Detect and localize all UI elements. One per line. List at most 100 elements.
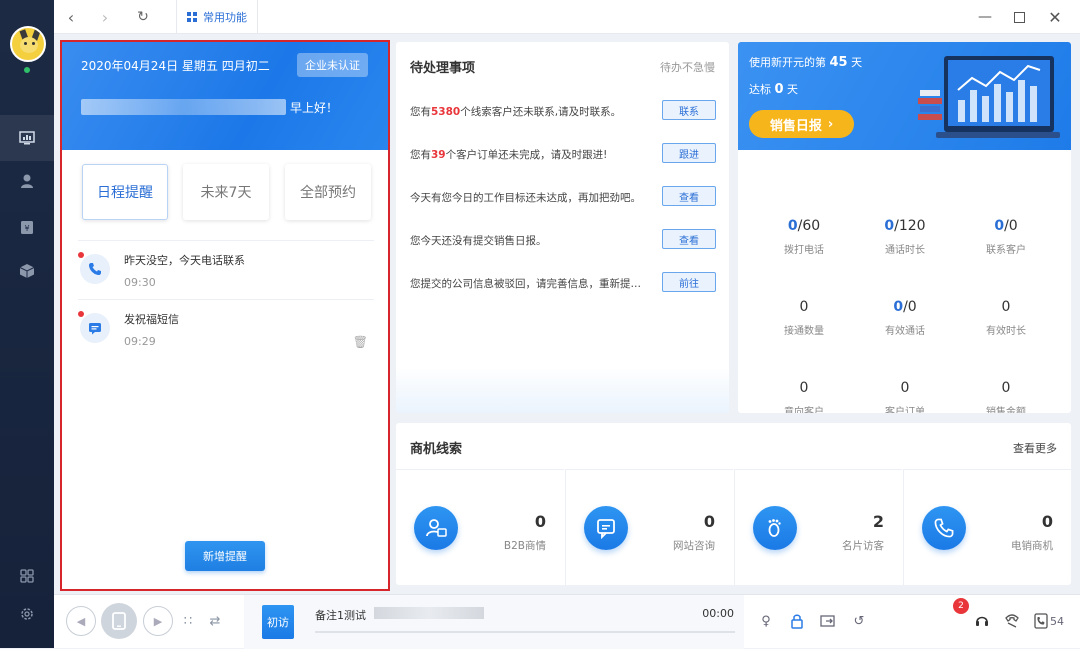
phone-box-icon <box>1034 613 1048 629</box>
prev-icon: ◀ <box>76 614 86 628</box>
pending-link[interactable]: 待办不急慢 <box>660 59 715 75</box>
unread-dot <box>78 311 84 317</box>
lock-button[interactable] <box>787 611 807 631</box>
lead-card-card-visitors[interactable]: 2 名片访客 <box>734 469 902 585</box>
today-date: 2020年04月24日 星期五 四月初二 <box>81 59 270 73</box>
phone-hangup-icon <box>1005 614 1019 628</box>
view-more-link[interactable]: 查看更多 <box>1013 440 1057 456</box>
line-number: 54 <box>1050 614 1064 628</box>
back-button[interactable]: ‹ <box>60 6 82 28</box>
days-reached-text: 达标 0 天 <box>749 82 799 97</box>
forward-button[interactable]: › <box>94 6 116 28</box>
headset-button[interactable] <box>972 611 992 631</box>
next-button[interactable]: ▶ <box>143 606 173 636</box>
tab-schedule-reminder[interactable]: 日程提醒 <box>82 164 168 220</box>
switch-button[interactable]: ⇄ <box>205 611 225 631</box>
monitor-chart-illustration <box>918 56 1060 138</box>
user-avatar[interactable] <box>10 26 46 62</box>
lead-label: 电销商机 <box>1011 540 1053 552</box>
box-icon <box>19 264 35 278</box>
hangup-button[interactable] <box>1002 611 1022 631</box>
phone-icon <box>80 254 110 284</box>
user-transfer-icon: ♀ <box>761 613 771 629</box>
sidebar-item-customers[interactable] <box>14 168 40 194</box>
chat-icon <box>584 506 628 550</box>
device-button[interactable] <box>101 603 137 639</box>
reminder-item[interactable]: 发祝福短信 09:29 🗑 <box>78 305 374 357</box>
dialpad-button[interactable]: ∷ <box>178 611 198 631</box>
grid-icon <box>20 569 34 583</box>
previous-button[interactable]: ◀ <box>66 606 96 636</box>
stat-call-duration: 0/120 通话时长 <box>884 218 926 256</box>
company-verify-badge[interactable]: 企业未认证 <box>297 53 368 77</box>
minimize-icon: — <box>978 9 992 25</box>
lead-count: 0 <box>703 512 715 531</box>
chevron-right-icon: › <box>827 116 834 132</box>
wallet-icon: ¥ <box>21 221 33 234</box>
pending-text: 您今天还没有提交销售日报。 <box>410 235 547 247</box>
add-reminder-button[interactable]: 新增提醒 <box>185 541 265 571</box>
pending-item: 您提交的公司信息被驳回，请完善信息，重新提交... 前往 <box>410 272 716 294</box>
pending-text: 您有5380个线索客户还未联系,请及时联系。 <box>410 106 622 118</box>
transfer-user-button[interactable]: ♀ <box>756 611 776 631</box>
stat-customer-orders: 0 客户订单 <box>885 380 925 413</box>
phone-line-button[interactable]: 54 <box>1034 611 1074 631</box>
close-icon: ✕ <box>1048 7 1062 27</box>
mobile-icon <box>112 612 126 630</box>
panel-title: 待处理事项 <box>410 61 476 76</box>
view-report-button[interactable]: 查看 <box>662 229 716 249</box>
sidebar-item-orders[interactable]: ¥ <box>14 214 40 240</box>
call-progress <box>315 631 735 633</box>
reminder-title: 发祝福短信 <box>124 313 179 326</box>
goto-button[interactable]: 前往 <box>662 272 716 292</box>
call-note-redacted <box>374 607 484 619</box>
phone-icon <box>922 506 966 550</box>
call-note-label: 备注1测试 <box>315 609 366 622</box>
sidebar-item-dashboard[interactable] <box>0 115 54 161</box>
pending-item: 您今天还没有提交销售日报。 查看 <box>410 229 716 251</box>
sidebar-item-settings[interactable] <box>14 601 40 627</box>
chevron-right-icon: › <box>101 7 109 27</box>
online-status-dot <box>23 66 31 74</box>
chevron-left-icon: ‹ <box>67 7 75 27</box>
close-button[interactable]: ✕ <box>1044 6 1066 28</box>
maximize-button[interactable] <box>1008 6 1030 28</box>
sales-banner: 使用新开元的第 45 天 达标 0 天 销售日报 › <box>738 42 1071 150</box>
refresh-button[interactable]: ↻ <box>132 6 154 28</box>
callback-button[interactable]: ↺ <box>849 611 869 631</box>
export-button[interactable] <box>818 611 838 631</box>
sales-report-button[interactable]: 销售日报 › <box>749 110 854 138</box>
trash-icon[interactable]: 🗑 <box>353 335 368 349</box>
stat-valid-calls: 0/0 有效通话 <box>885 299 925 337</box>
greeting-text: 早上好！ <box>290 101 339 115</box>
divider <box>78 299 374 300</box>
lead-card-website[interactable]: 0 网站咨询 <box>565 469 733 585</box>
next-icon: ▶ <box>153 614 163 628</box>
avatar-eye <box>32 42 35 45</box>
minimize-button[interactable]: — <box>974 6 996 28</box>
lead-label: 名片访客 <box>842 540 884 552</box>
pending-text: 您有39个客户订单还未完成，请及时跟进! <box>410 149 608 161</box>
contact-button[interactable]: 联系 <box>662 100 716 120</box>
lead-card-b2b[interactable]: 0 B2B商情 <box>396 469 564 585</box>
footprint-icon <box>753 506 797 550</box>
stat-sales-amount: 0 销售金额 <box>986 380 1026 413</box>
sidebar-item-products[interactable] <box>14 258 40 284</box>
pending-item: 您有39个客户订单还未完成，请及时跟进! 跟进 <box>410 143 716 165</box>
swap-icon: ⇄ <box>209 613 221 629</box>
lock-icon <box>791 614 803 629</box>
lead-card-telesales[interactable]: 0 电销商机 <box>903 469 1071 585</box>
tab-all-appointments[interactable]: 全部预约 <box>285 164 371 220</box>
follow-up-button[interactable]: 跟进 <box>662 143 716 163</box>
lead-count: 0 <box>534 512 546 531</box>
sidebar-item-apps[interactable] <box>14 563 40 589</box>
tab-next-7-days[interactable]: 未来7天 <box>183 164 269 220</box>
stat-valid-duration: 0 有效时长 <box>986 299 1026 337</box>
view-goal-button[interactable]: 查看 <box>662 186 716 206</box>
redial-icon: ↺ <box>853 613 865 629</box>
headset-icon <box>976 616 988 626</box>
reminder-item[interactable]: 昨天没空，今天电话联系 09:30 <box>78 246 374 298</box>
tab-common-functions[interactable]: 常用功能 <box>176 0 258 34</box>
first-visit-tag[interactable]: 初访 <box>262 605 294 639</box>
monitor-chart-icon <box>19 131 35 145</box>
